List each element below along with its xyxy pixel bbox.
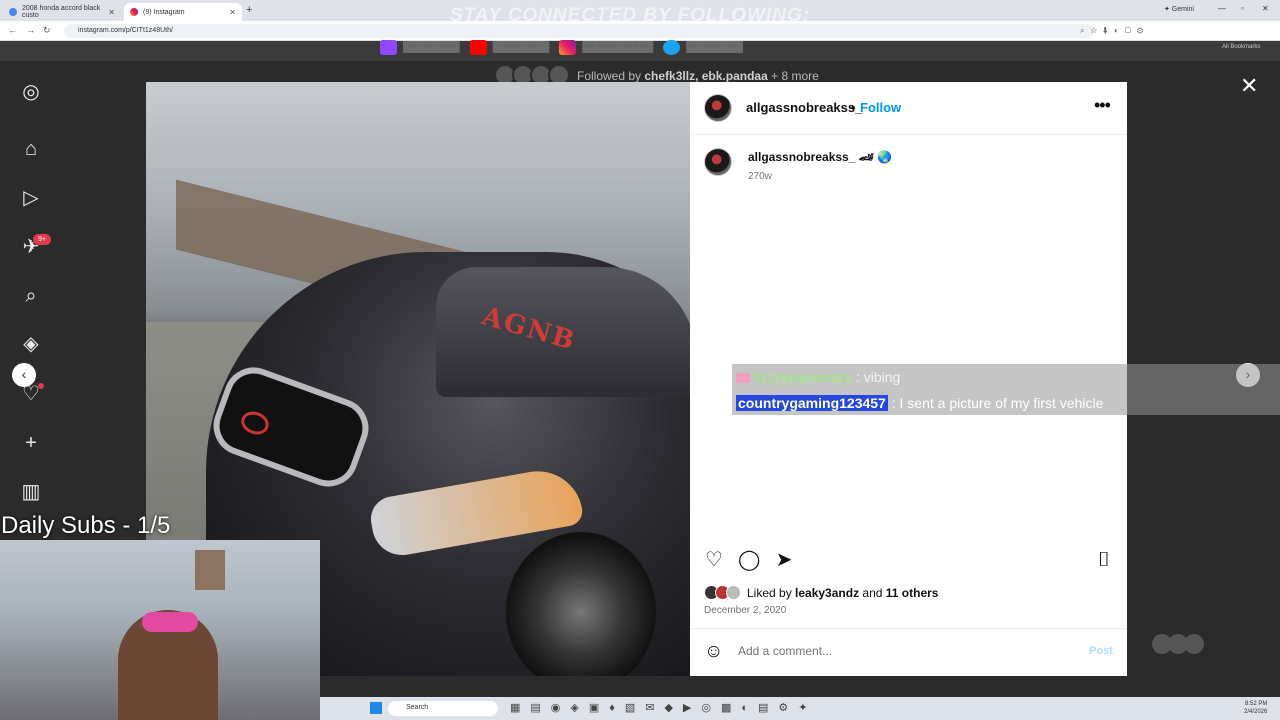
tab-label: 2008 honda accord black custo (22, 5, 101, 19)
twitter-icon (663, 39, 681, 55)
avatar[interactable] (704, 94, 732, 122)
minimize-icon[interactable]: — (1218, 4, 1226, 13)
background-avatars (1152, 634, 1222, 654)
liked-prefix: Liked by (747, 585, 796, 600)
extension-icons[interactable]: ⌕☆⬇◐▢⚙ (1080, 26, 1149, 36)
dashboard-icon[interactable]: ▥ (20, 481, 42, 503)
close-window-icon[interactable]: ✕ (1262, 4, 1269, 13)
twitch-icon (380, 39, 397, 55)
activity-dot (38, 383, 44, 389)
liked-others-link[interactable]: 11 others (886, 586, 939, 600)
heart-icon[interactable]: ♡ (703, 549, 725, 571)
close-tab-icon[interactable]: ✕ (229, 8, 236, 17)
chat-message: lizzyyyquecrazy : vibing (736, 369, 900, 385)
create-icon[interactable]: + (20, 432, 42, 454)
liked-user-link[interactable]: leaky3andz (795, 586, 859, 600)
taskbar-apps[interactable]: ▦▤◉◈▣♦▧✉◆▶◎▩◐▤⚙✦ (510, 701, 818, 714)
google-icon (9, 8, 17, 16)
forward-icon[interactable]: → (26, 25, 35, 35)
instagram-sidebar: ◎ ⌂ ▷ ✈ ⌕ ◈ ♡ + ▥ (0, 61, 62, 541)
new-tab-button[interactable]: + (246, 4, 252, 16)
comment-input[interactable] (738, 644, 1068, 658)
all-bookmarks[interactable]: All Bookmarks (1222, 44, 1260, 50)
close-tab-icon[interactable]: ✕ (108, 8, 115, 17)
search-icon[interactable]: ⌕ (20, 285, 42, 307)
browser-tab-active[interactable]: (9) Instagram ✕ (124, 3, 242, 21)
liked-by: Liked by leaky3andz and 11 others (704, 585, 938, 600)
share-icon[interactable]: ➤ (773, 549, 795, 571)
caption-timestamp: 270w (748, 171, 772, 182)
divider (690, 134, 1127, 135)
caption-username[interactable]: allgassnobreakss_ 🏎 🌏 (748, 150, 892, 164)
streamer-webcam (0, 540, 320, 720)
emoji-icon[interactable]: ☺ (704, 641, 726, 663)
tab-label: (9) Instagram (143, 8, 185, 16)
divider (690, 628, 1127, 629)
notification-badge: 9+ (33, 234, 51, 245)
stream-socials: ████████ ████████ ██████████ ████████ (380, 38, 900, 56)
caption-avatar[interactable] (704, 148, 732, 176)
close-modal-icon[interactable]: ✕ (1240, 73, 1258, 99)
stream-banner-title: STAY CONNECTED BY FOLLOWING: (449, 5, 811, 26)
followed-by-text: Followed by chefk3llz, ebk.pandaa + 8 mo… (577, 69, 819, 83)
windows-taskbar: Search ▦▤◉◈▣♦▧✉◆▶◎▩◐▤⚙✦ 8:52 PM 2/4/2026 (320, 697, 1280, 720)
post-date: December 2, 2020 (704, 605, 787, 616)
reload-icon[interactable]: ↻ (43, 25, 51, 36)
gemini-button[interactable]: ✦ Gemini (1164, 5, 1194, 13)
start-menu-icon[interactable] (370, 702, 382, 714)
explore-icon[interactable]: ◈ (20, 333, 42, 355)
instagram-logo-icon (559, 39, 577, 55)
comment-icon[interactable]: ◯ (738, 549, 760, 571)
taskbar-search[interactable]: Search (388, 701, 498, 716)
post-username[interactable]: allgassnobreakss_ (746, 100, 862, 115)
post-comment-button[interactable]: Post (1089, 645, 1113, 657)
more-options-icon[interactable]: ••• (1094, 95, 1111, 116)
instagram-icon[interactable]: ◎ (20, 81, 42, 103)
previous-post-icon[interactable]: ‹ (12, 363, 36, 387)
stream-chat-overlay: lizzyyyquecrazy : vibing countrygaming12… (732, 364, 1280, 415)
chat-badge-icon (736, 373, 750, 384)
taskbar-clock[interactable]: 8:52 PM 2/4/2026 (1244, 700, 1267, 716)
chat-message: countrygaming123457 : I sent a picture o… (736, 395, 1104, 411)
maximize-icon[interactable]: ▫ (1241, 4, 1244, 13)
separator-dot: • (851, 100, 856, 115)
home-icon[interactable]: ⌂ (20, 138, 42, 160)
follow-button[interactable]: Follow (860, 100, 901, 115)
back-icon[interactable]: ← (8, 25, 17, 35)
youtube-icon (469, 39, 487, 55)
instagram-favicon-icon (130, 8, 138, 16)
liked-and: and (859, 585, 886, 600)
reels-icon[interactable]: ▷ (20, 187, 42, 209)
browser-tab[interactable]: 2008 honda accord black custo ✕ (3, 3, 121, 21)
daily-subs-counter: Daily Subs - 1/5 (1, 512, 171, 539)
bookmark-icon[interactable]: ⌷ (1093, 549, 1115, 571)
